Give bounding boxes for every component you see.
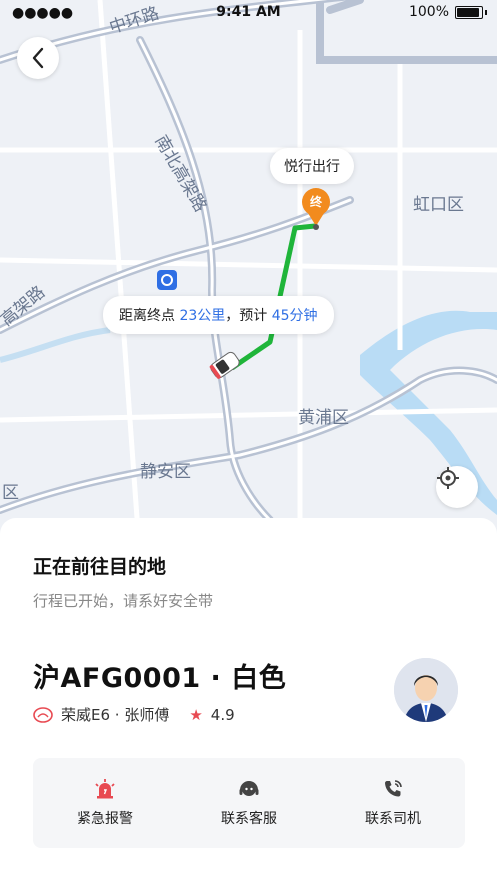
contact-driver-button[interactable]: 联系司机 [321, 758, 465, 848]
status-bar: ●●●●● 9:41 AM 100% [0, 0, 497, 26]
star-icon: ★ [189, 705, 203, 724]
driver-avatar[interactable] [394, 658, 458, 722]
car-model: 荣威E6 · 张师傅 [61, 706, 170, 724]
map-label-huangpu: 黄浦区 [298, 408, 349, 428]
distance-mid: ，预计 [225, 308, 272, 324]
map-roads [0, 0, 497, 560]
map-label-partial: 区 [2, 483, 19, 503]
trip-subtitle: 行程已开始，请系好安全带 [33, 592, 214, 610]
brand-bubble: 悦行出行 [270, 148, 354, 184]
trip-sheet: 正在前往目的地 行程已开始，请系好安全带 沪AFG0001 · 白色 荣威E6 … [0, 518, 497, 883]
chevron-left-icon [32, 47, 44, 69]
plate-number: 沪AFG0001 · 白色 [33, 663, 287, 694]
distance-bubble: 距离终点 23公里，预计 45分钟 [103, 296, 334, 334]
action-bar: 紧急报警 联系客服 联系司机 [33, 758, 465, 848]
customer-service-label: 联系客服 [221, 811, 277, 827]
phone-icon [385, 780, 402, 797]
map-view[interactable]: 中环路 南北高架路 高架路 虹口区 黄浦区 静安区 区 终 悦行出行 距离终点 … [0, 0, 497, 560]
distance-time: 45分钟 [271, 308, 318, 324]
trip-title: 正在前往目的地 [33, 556, 167, 578]
car-info: 荣威E6 · 张师傅 ★ 4.9 [33, 704, 235, 725]
map-label-hongkou: 虹口区 [413, 195, 464, 215]
battery-icon [455, 5, 483, 19]
map-label-jingan: 静安区 [140, 462, 191, 482]
alarm-siren-icon [95, 779, 115, 799]
emergency-button[interactable]: 紧急报警 [33, 758, 177, 848]
driver-rating: 4.9 [210, 705, 235, 724]
distance-prefix: 距离终点 [119, 308, 180, 324]
driver-portrait-icon [394, 658, 458, 722]
battery-indicator: 100% [409, 4, 487, 20]
locate-button[interactable] [436, 466, 478, 508]
customer-service-button[interactable]: 联系客服 [177, 758, 321, 848]
end-marker-label: 终 [309, 195, 322, 209]
contact-driver-label: 联系司机 [365, 811, 421, 827]
car-brand-icon [33, 706, 53, 723]
battery-percent: 100% [408, 4, 449, 20]
emergency-label: 紧急报警 [77, 811, 133, 827]
crosshair-icon [437, 467, 459, 489]
customer-service-icon [239, 781, 259, 796]
back-button[interactable] [17, 37, 59, 79]
distance-km: 23公里 [179, 308, 226, 324]
